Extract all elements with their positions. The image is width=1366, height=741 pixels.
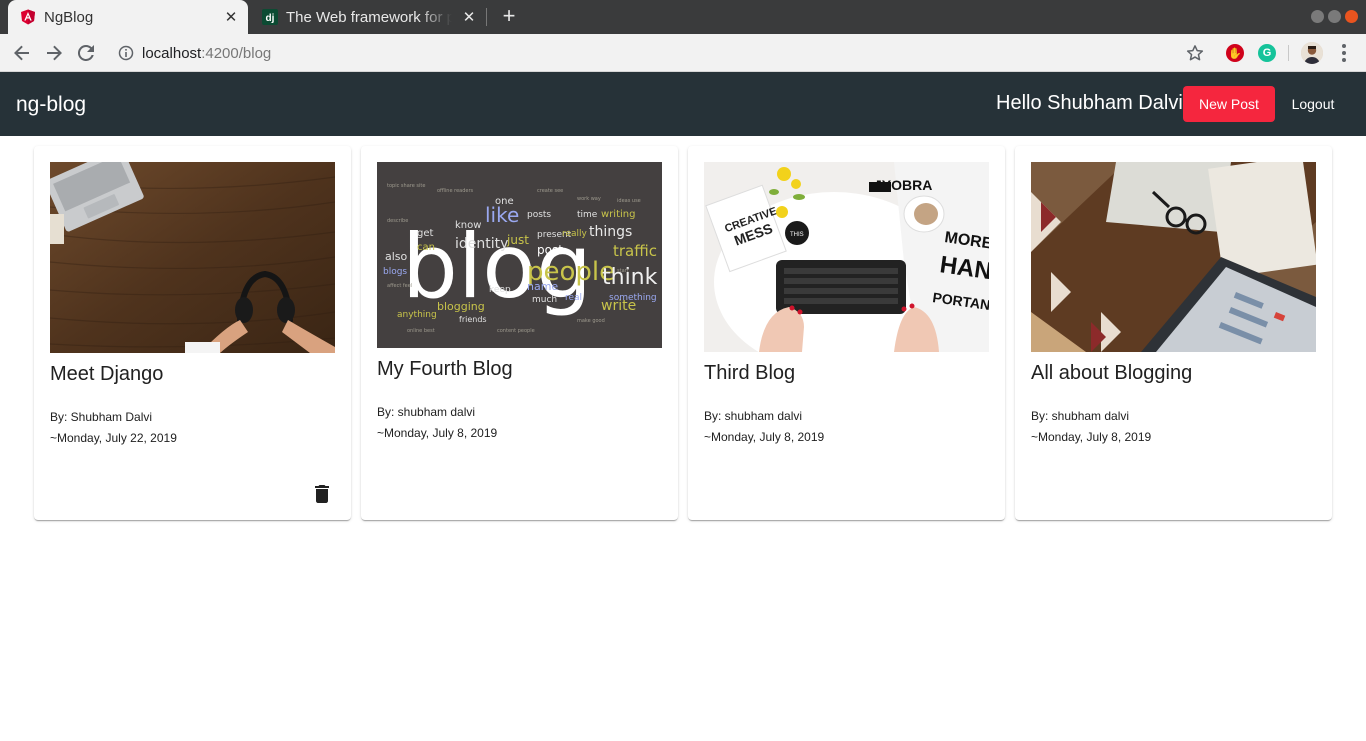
svg-text:much: much xyxy=(532,295,557,305)
svg-text:online best: online best xyxy=(407,328,435,334)
post-date: ~Monday, July 8, 2019 xyxy=(704,430,825,444)
svg-text:know: know xyxy=(455,220,481,231)
angular-icon xyxy=(20,9,36,25)
back-arrow-icon[interactable] xyxy=(10,41,34,65)
svg-text:just: just xyxy=(506,233,529,247)
svg-text:posts: posts xyxy=(527,210,551,220)
address-bar[interactable]: localhost:4200/blog xyxy=(108,38,1213,68)
bookmark-star-icon[interactable] xyxy=(1185,43,1205,63)
svg-text:content people: content people xyxy=(497,328,535,334)
django-icon: dj xyxy=(262,9,278,25)
new-tab-icon[interactable]: + xyxy=(498,5,520,28)
svg-text:anything: anything xyxy=(397,310,437,320)
svg-text:get: get xyxy=(417,228,434,239)
window-close-icon[interactable] xyxy=(1345,10,1358,23)
tab-title: NgBlog xyxy=(44,8,94,26)
svg-text:post: post xyxy=(537,243,563,257)
grammarly-extension-icon[interactable]: G xyxy=(1258,44,1276,62)
new-post-button[interactable]: New Post xyxy=(1183,86,1275,122)
info-icon[interactable] xyxy=(118,45,134,61)
keyboard-desk-image: HAN MORE PORTANT JYOBRA CREATIVE MESS TH… xyxy=(704,162,989,352)
url-path: :4200/blog xyxy=(201,44,272,62)
svg-text:friends: friends xyxy=(459,315,487,324)
svg-text:affect feel: affect feel xyxy=(387,283,412,289)
blog-card-grid: Meet Django By: Shubham Dalvi ~Monday, J… xyxy=(34,146,1332,520)
blog-card[interactable]: Meet Django By: Shubham Dalvi ~Monday, J… xyxy=(34,146,351,520)
svg-text:really: really xyxy=(562,229,588,239)
svg-text:describe: describe xyxy=(387,218,408,224)
post-author: By: shubham dalvi xyxy=(377,405,476,419)
svg-text:something: something xyxy=(609,293,657,303)
post-title[interactable]: All about Blogging xyxy=(1031,362,1192,385)
svg-text:start: start xyxy=(617,268,629,274)
blog-card[interactable]: blog people think like identity things t… xyxy=(361,146,678,520)
laptop-rug-glasses-image xyxy=(1031,162,1316,352)
svg-text:topic share site: topic share site xyxy=(387,183,425,189)
svg-text:traffic: traffic xyxy=(613,242,657,260)
svg-text:blogs: blogs xyxy=(383,267,407,277)
post-date: ~Monday, July 22, 2019 xyxy=(50,431,177,445)
svg-text:name: name xyxy=(527,280,558,293)
desk-laptop-headphones-image xyxy=(50,162,335,353)
close-icon[interactable]: ✕ xyxy=(460,8,478,26)
post-author: By: shubham dalvi xyxy=(704,409,803,423)
post-author: By: shubham dalvi xyxy=(1031,409,1130,423)
app-header: ng-blog Hello Shubham Dalvi New Post Log… xyxy=(0,72,1366,136)
svg-text:work way: work way xyxy=(577,196,601,202)
delete-icon[interactable] xyxy=(313,484,331,504)
blog-word-cloud-image: blog people think like identity things t… xyxy=(377,162,662,348)
svg-text:blogging: blogging xyxy=(437,300,485,313)
svg-text:keep: keep xyxy=(489,285,511,295)
close-icon[interactable]: ✕ xyxy=(222,8,240,26)
tab-django[interactable]: dj The Web framework for perfectionists … xyxy=(250,0,486,34)
svg-text:think: think xyxy=(602,265,658,290)
svg-text:also: also xyxy=(385,250,408,263)
svg-text:one: one xyxy=(495,196,514,207)
svg-text:real: real xyxy=(565,293,582,303)
svg-text:make good: make good xyxy=(577,318,605,324)
post-author: By: Shubham Dalvi xyxy=(50,410,153,424)
post-date: ~Monday, July 8, 2019 xyxy=(377,426,498,440)
forward-arrow-icon[interactable] xyxy=(42,41,66,65)
svg-text:time: time xyxy=(577,210,598,220)
maximize-icon[interactable] xyxy=(1328,10,1341,23)
logout-button[interactable]: Logout xyxy=(1283,86,1343,122)
svg-text:dj: dj xyxy=(266,13,275,24)
tab-separator xyxy=(486,8,487,26)
svg-text:can: can xyxy=(417,242,435,253)
app-title[interactable]: ng-blog xyxy=(16,93,86,117)
reload-icon[interactable] xyxy=(74,41,98,65)
svg-text:identity: identity xyxy=(455,236,508,252)
browser-toolbar: localhost:4200/blog ✋ G xyxy=(0,34,1366,72)
post-title[interactable]: My Fourth Blog xyxy=(377,358,513,381)
profile-avatar[interactable] xyxy=(1301,42,1323,64)
svg-text:offline readers: offline readers xyxy=(437,188,474,194)
svg-text:ideas use: ideas use xyxy=(617,198,641,204)
browser-tab-strip: NgBlog ✕ dj The Web framework for perfec… xyxy=(0,0,1366,34)
toolbar-separator xyxy=(1288,45,1289,61)
user-greeting: Hello Shubham Dalvi xyxy=(996,92,1183,114)
blog-card[interactable]: HAN MORE PORTANT JYOBRA CREATIVE MESS TH… xyxy=(688,146,1005,520)
svg-text:THIS: THIS xyxy=(790,232,804,238)
url-host: localhost xyxy=(142,44,202,62)
svg-text:create see: create see xyxy=(537,188,563,194)
post-title[interactable]: Meet Django xyxy=(50,363,163,386)
url-text: localhost:4200/blog xyxy=(142,45,271,62)
post-date: ~Monday, July 8, 2019 xyxy=(1031,430,1152,444)
minimize-icon[interactable] xyxy=(1311,10,1324,23)
blog-card[interactable]: All about Blogging By: shubham dalvi ~Mo… xyxy=(1015,146,1332,520)
tab-ngblog[interactable]: NgBlog ✕ xyxy=(8,0,248,34)
adblock-extension-icon[interactable]: ✋ xyxy=(1226,44,1244,62)
browser-menu-icon[interactable] xyxy=(1336,43,1352,63)
svg-text:things: things xyxy=(589,224,632,240)
tab-title: The Web framework for perfectionists wit… xyxy=(286,8,452,26)
window-controls xyxy=(1311,10,1358,23)
svg-text:writing: writing xyxy=(601,209,635,220)
post-title[interactable]: Third Blog xyxy=(704,362,795,385)
